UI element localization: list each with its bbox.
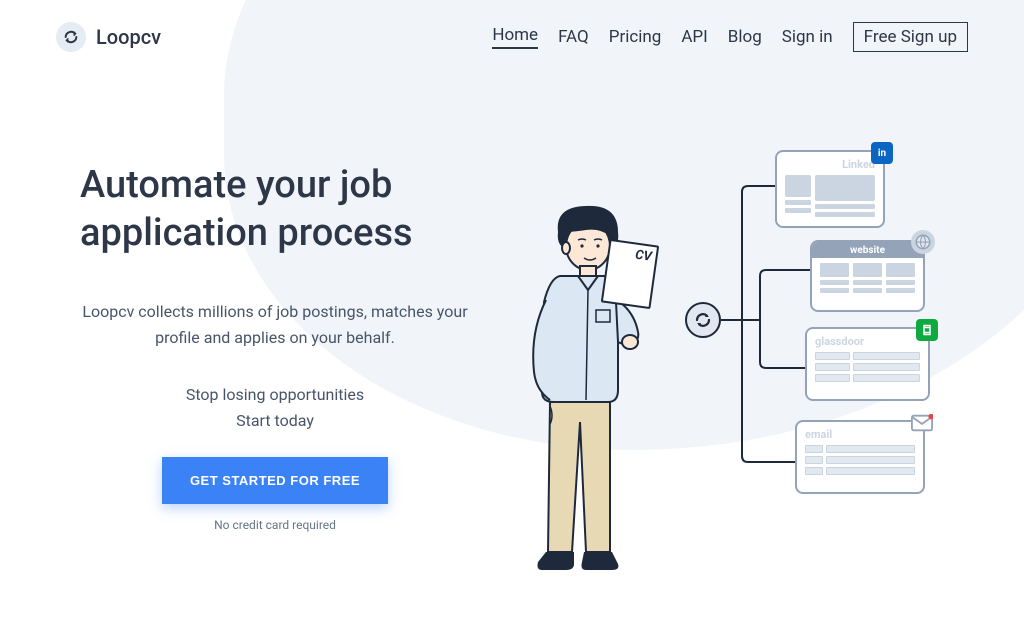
card-email: email: [795, 420, 925, 494]
card-linkedin-label: Linked: [785, 158, 875, 171]
get-started-button[interactable]: GET STARTED FOR FREE: [162, 457, 388, 504]
glassdoor-icon: [916, 319, 938, 341]
hero-sub-line2: Start today: [236, 411, 314, 430]
card-linkedin: Linked in: [775, 150, 885, 228]
nav-api[interactable]: API: [681, 27, 707, 47]
brand-name: Loopcv: [96, 25, 161, 49]
cta-note: No credit card required: [214, 518, 336, 532]
nav-blog[interactable]: Blog: [728, 27, 762, 47]
card-website: website: [810, 240, 925, 312]
hero-description: Loopcv collects millions of job postings…: [80, 299, 470, 350]
hero-subtext: Stop losing opportunities Start today: [80, 382, 470, 433]
envelope-icon: [911, 412, 933, 434]
cv-label: CV: [634, 248, 652, 265]
card-glassdoor-label: glassdoor: [815, 335, 920, 348]
hero-illustration: CV Linked in website: [490, 162, 968, 602]
header: Loopcv Home FAQ Pricing API Blog Sign in…: [0, 0, 1024, 52]
nav-signin[interactable]: Sign in: [782, 27, 833, 47]
nav-pricing[interactable]: Pricing: [609, 27, 662, 47]
card-glassdoor: glassdoor: [805, 327, 930, 401]
linkedin-icon: in: [871, 142, 893, 164]
globe-icon: [911, 230, 935, 254]
logo-icon: [56, 22, 86, 52]
hero-left: Automate your job application process Lo…: [80, 162, 470, 602]
card-website-label: website: [850, 245, 885, 256]
cta-wrap: GET STARTED FOR FREE No credit card requ…: [80, 457, 470, 532]
hub-icon: [685, 302, 721, 338]
cv-paper-icon: CV: [601, 239, 659, 309]
hero-title: Automate your job application process: [80, 162, 470, 257]
card-email-label: email: [805, 428, 915, 441]
nav-signup[interactable]: Free Sign up: [853, 22, 968, 52]
brand[interactable]: Loopcv: [56, 22, 161, 52]
nav-faq[interactable]: FAQ: [558, 27, 589, 47]
nav-home[interactable]: Home: [492, 25, 538, 49]
hero-sub-line1: Stop losing opportunities: [186, 385, 364, 404]
hero: Automate your job application process Lo…: [0, 52, 1024, 602]
nav: Home FAQ Pricing API Blog Sign in Free S…: [492, 22, 968, 52]
